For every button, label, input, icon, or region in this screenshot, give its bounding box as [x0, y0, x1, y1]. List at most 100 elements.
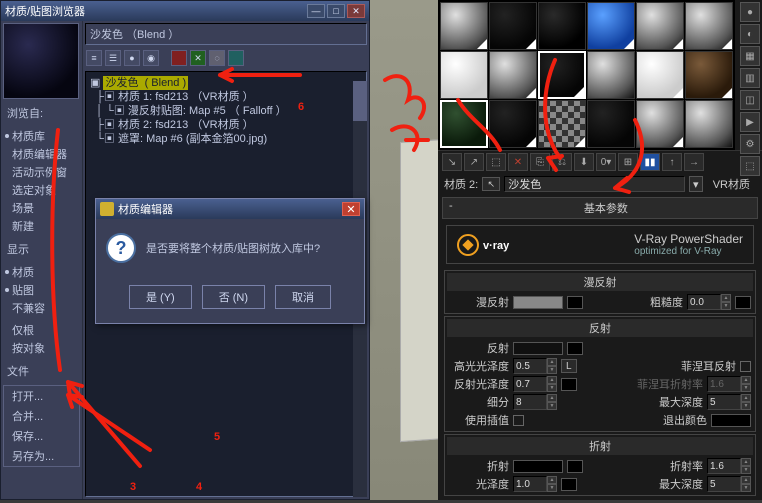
mat-slot[interactable]: [636, 100, 684, 148]
max-depth-input[interactable]: [707, 394, 741, 410]
diffuse-map-button[interactable]: [567, 296, 583, 309]
subdiv-input[interactable]: [513, 394, 547, 410]
spin-up-icon[interactable]: ▲: [721, 294, 731, 302]
browse-material-editor[interactable]: 材质编辑器: [3, 145, 80, 163]
mat-slot[interactable]: [440, 2, 488, 50]
tree-item-2[interactable]: 漫反射贴图: Map #5 （ Falloff ）: [128, 105, 287, 117]
show-maps[interactable]: 贴图: [3, 281, 80, 299]
dialog-titlebar[interactable]: 材质编辑器 ✕: [96, 199, 364, 219]
file-open[interactable]: 打开...: [4, 386, 79, 406]
view-large-icon[interactable]: ◉: [143, 50, 159, 66]
mat-slot[interactable]: [636, 2, 684, 50]
fresnel-checkbox[interactable]: [740, 361, 751, 372]
go-forward-icon[interactable]: →: [684, 153, 704, 171]
show-end-result-icon[interactable]: ▮▮: [640, 153, 660, 171]
put-to-scene-icon[interactable]: ↗: [464, 153, 484, 171]
fresnel-ior-input[interactable]: [707, 376, 741, 392]
reflect-color-swatch[interactable]: [513, 342, 563, 355]
mat-slot[interactable]: [440, 51, 488, 99]
tree-item-1[interactable]: 材质 1: fsd213 （VR材质 ）: [118, 91, 254, 103]
material-name-dropdown[interactable]: ▾: [689, 176, 703, 192]
make-copy-icon[interactable]: ⎘: [530, 153, 550, 171]
tree-root[interactable]: 沙发色 ( Blend ): [103, 76, 188, 90]
exit-color-swatch[interactable]: [711, 414, 751, 427]
mat-slot[interactable]: [440, 100, 488, 148]
refr-gloss-map-button[interactable]: [561, 478, 577, 491]
mat-slot[interactable]: [587, 100, 635, 148]
mat-slot[interactable]: [489, 100, 537, 148]
background-icon[interactable]: ▦: [740, 46, 760, 66]
mat-slot[interactable]: [538, 2, 586, 50]
refract-color-swatch[interactable]: [513, 460, 563, 473]
mat-slot[interactable]: [489, 2, 537, 50]
material-name-input[interactable]: [504, 176, 684, 192]
maximize-button[interactable]: □: [327, 4, 345, 18]
show-in-viewport-icon[interactable]: ⊞: [618, 153, 638, 171]
tree-item-3[interactable]: 材质 2: fsd213 （VR材质 ）: [118, 119, 254, 131]
cancel-button[interactable]: 取消: [275, 285, 331, 309]
lock-hilight-button[interactable]: L: [561, 359, 577, 373]
show-materials[interactable]: 材质: [3, 263, 80, 281]
reflect-map-button[interactable]: [567, 342, 583, 355]
refr-depth-input[interactable]: [707, 476, 741, 492]
ior-input[interactable]: [707, 458, 741, 474]
material-id-icon[interactable]: 0▾: [596, 153, 616, 171]
put-to-library-icon[interactable]: ⬇: [574, 153, 594, 171]
refr-gloss-input[interactable]: [513, 476, 547, 492]
mat-slot-selected[interactable]: [538, 51, 586, 99]
file-save-as[interactable]: 另存为...: [4, 446, 79, 466]
close-button[interactable]: ✕: [347, 4, 365, 18]
get-icon[interactable]: [228, 50, 244, 66]
mat-slot[interactable]: [587, 2, 635, 50]
refl-gloss-input[interactable]: [513, 376, 547, 392]
select-by-mat-icon[interactable]: ⬚: [740, 156, 760, 176]
browse-scene[interactable]: 场景: [3, 199, 80, 217]
roughness-input[interactable]: [687, 294, 721, 310]
tree-item-4[interactable]: 遮罩: Map #6 (副本金箔00.jpg): [118, 133, 267, 145]
preview-sphere[interactable]: [3, 23, 79, 99]
view-list2-icon[interactable]: ☰: [105, 50, 121, 66]
refl-gloss-map-button[interactable]: [561, 378, 577, 391]
show-incompatible[interactable]: 不兼容: [3, 299, 80, 317]
basic-params-rollout[interactable]: -基本参数: [442, 197, 758, 219]
options-icon[interactable]: ⚙: [740, 134, 760, 154]
reset-icon[interactable]: ✕: [508, 153, 528, 171]
file-save[interactable]: 保存...: [4, 426, 79, 446]
roughness-map-button[interactable]: [735, 296, 751, 309]
video-check-icon[interactable]: ◫: [740, 90, 760, 110]
backlight-icon[interactable]: ◐: [740, 24, 760, 44]
mat-slot[interactable]: [587, 51, 635, 99]
diffuse-color-swatch[interactable]: [513, 296, 563, 309]
delete-icon[interactable]: ✕: [190, 50, 206, 66]
browse-active-slot[interactable]: 活动示例窗: [3, 163, 80, 181]
mat-slot[interactable]: [636, 51, 684, 99]
file-merge[interactable]: 合并...: [4, 406, 79, 426]
dialog-close-button[interactable]: ✕: [342, 202, 360, 216]
browse-selected[interactable]: 选定对象: [3, 181, 80, 199]
browse-material-lib[interactable]: 材质库: [3, 127, 80, 145]
root-only[interactable]: 仅根: [3, 321, 80, 339]
interp-checkbox[interactable]: [513, 415, 524, 426]
clear-icon[interactable]: ◌: [209, 50, 225, 66]
yes-button[interactable]: 是 (Y): [129, 285, 192, 309]
go-to-parent-icon[interactable]: ↑: [662, 153, 682, 171]
refract-map-button[interactable]: [567, 460, 583, 473]
make-unique-icon[interactable]: ⎌: [552, 153, 572, 171]
view-thumb-icon[interactable]: ●: [124, 50, 140, 66]
pick-material-icon[interactable]: ↖: [482, 177, 500, 191]
mat-slot[interactable]: [685, 51, 733, 99]
update-icon[interactable]: [171, 50, 187, 66]
sample-uv-icon[interactable]: ▥: [740, 68, 760, 88]
get-material-icon[interactable]: ↘: [442, 153, 462, 171]
material-type-button[interactable]: VR材质: [707, 176, 756, 192]
make-preview-icon[interactable]: ▶: [740, 112, 760, 132]
mat-slot[interactable]: [685, 100, 733, 148]
by-object[interactable]: 按对象: [3, 339, 80, 357]
hilight-gloss-input[interactable]: [513, 358, 547, 374]
mat-slot[interactable]: [685, 2, 733, 50]
mat-slot[interactable]: [538, 100, 586, 148]
mat-slot[interactable]: [489, 51, 537, 99]
spin-down-icon[interactable]: ▼: [721, 302, 731, 310]
sample-type-icon[interactable]: ●: [740, 2, 760, 22]
assign-icon[interactable]: ⬚: [486, 153, 506, 171]
